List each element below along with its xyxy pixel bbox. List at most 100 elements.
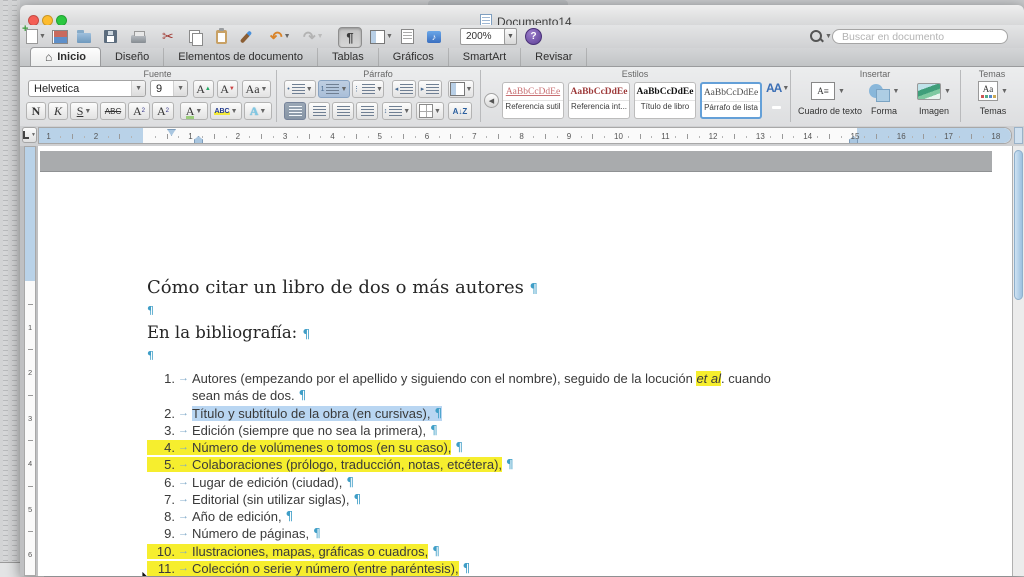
vertical-ruler[interactable]: 123456 <box>24 146 36 576</box>
font-color-button[interactable]: A▼ <box>180 102 208 120</box>
themes-button[interactable]: Aa▼ Temas <box>970 79 1016 116</box>
insert-image-button[interactable]: ▼ Imagen <box>910 79 958 116</box>
style-card-parrafo-de-lista[interactable]: AaBbCcDdEe Párrafo de lista <box>700 82 762 119</box>
ruler-tick <box>261 134 262 139</box>
ruler-tick <box>817 136 818 138</box>
group-label-estilos: Estilos <box>482 69 788 79</box>
tab-diseno[interactable]: Diseño <box>101 48 164 66</box>
scrollbar-thumb[interactable] <box>1014 150 1023 300</box>
paste-button[interactable] <box>216 27 227 46</box>
borders-button[interactable]: ▼ <box>416 102 444 120</box>
help-button[interactable]: ? <box>525 27 542 46</box>
align-right-button[interactable] <box>332 102 354 120</box>
highlight-button[interactable]: ABC▼ <box>210 102 242 120</box>
tab-revisar[interactable]: Revisar <box>521 48 587 66</box>
change-case-button[interactable]: Aa▼ <box>242 80 271 98</box>
list-text-segment: Autores (empezando por el apellido y sig… <box>192 371 696 386</box>
grow-font-button[interactable]: A▲ <box>193 80 214 98</box>
home-icon: ⌂ <box>45 50 52 64</box>
insert-shape-button[interactable]: ▼ Forma <box>862 79 906 116</box>
save-icon <box>104 30 117 43</box>
superscript-button[interactable]: A2 <box>128 102 150 120</box>
group-divider <box>960 70 961 122</box>
list-text-segment: Título y subtítulo de la obra (en cursiv… <box>192 406 430 421</box>
ruler-tick <box>864 136 865 138</box>
list-number: 4. <box>147 440 175 455</box>
gallery-icon <box>52 30 68 44</box>
ruler-tick <box>687 134 688 139</box>
copy-button[interactable] <box>189 27 200 46</box>
pilcrow-mark: ¶ <box>455 440 463 455</box>
text-effects-button[interactable]: A▼ <box>244 102 272 120</box>
underline-button[interactable]: S▼ <box>70 102 98 120</box>
sort-button[interactable]: A↓Z <box>448 102 472 120</box>
open-button[interactable] <box>77 27 91 46</box>
font-name-select[interactable]: Helvetica▼ <box>28 80 146 97</box>
strikethrough-button[interactable]: ABC <box>100 102 126 120</box>
right-margin-area <box>857 128 1011 143</box>
chevron-down-icon: ▼ <box>944 88 951 95</box>
gallery-button[interactable] <box>52 27 68 46</box>
numbered-list-button[interactable]: 1▼ <box>318 80 350 98</box>
bold-button[interactable]: N <box>26 102 46 120</box>
tab-inicio[interactable]: ⌂Inicio <box>30 47 101 66</box>
italic-button[interactable]: K <box>48 102 68 120</box>
undo-button[interactable]: ↶▼ <box>270 27 291 46</box>
line-spacing-button[interactable]: ↕▼ <box>382 102 412 120</box>
print-button[interactable] <box>131 27 146 46</box>
zoom-select[interactable]: 200% <box>460 28 509 45</box>
list-text: Colaboraciones (prólogo, traducción, not… <box>192 457 502 472</box>
search-input[interactable]: Buscar en documento <box>832 29 1008 44</box>
chevron-down-icon: ▼ <box>340 86 347 93</box>
shrink-font-button[interactable]: A▼ <box>217 80 238 98</box>
align-left-button[interactable] <box>284 102 306 120</box>
redo-button[interactable]: ↷▼ <box>303 27 324 46</box>
align-center-button[interactable] <box>308 102 330 120</box>
chevron-down-icon: ▼ <box>782 85 789 92</box>
show-paragraph-marks-button[interactable]: ¶ <box>338 27 362 48</box>
tab-tablas[interactable]: Tablas <box>318 48 379 66</box>
layout-button[interactable]: ▼ <box>370 27 393 46</box>
style-card-titulo-de-libro[interactable]: AaBbCcDdEe Título de libro <box>634 82 696 119</box>
first-line-indent-marker[interactable] <box>167 129 176 136</box>
list-item: 2.→Título y subtítulo de la obra (en cur… <box>147 406 442 421</box>
insert-textbox-button[interactable]: A≡▼ Cuadro de texto <box>798 79 858 116</box>
styles-scroll-left-button[interactable]: ◀ <box>484 93 499 108</box>
multilevel-list-button[interactable]: ⋮▼ <box>352 80 384 98</box>
format-brush-button[interactable] <box>244 27 248 46</box>
tab-selector[interactable]: ▼ <box>22 127 37 143</box>
search-scope-button[interactable]: ▼ <box>810 30 832 42</box>
increase-indent-button[interactable]: ▸ <box>418 80 442 98</box>
ruler-tick <box>722 136 723 138</box>
tab-graficos[interactable]: Gráficos <box>379 48 449 66</box>
cut-button[interactable]: ✂ <box>162 27 174 46</box>
document-view-button[interactable] <box>401 27 414 46</box>
justify-button[interactable] <box>356 102 378 120</box>
subscript-button[interactable]: A2 <box>152 102 174 120</box>
zoom-select-arrow[interactable]: ▼ <box>504 28 517 45</box>
columns-button[interactable]: ▼ <box>448 80 474 98</box>
style-card-referencia-intensa[interactable]: AaBbCcDdEe Referencia int... <box>568 82 630 119</box>
save-button[interactable] <box>104 27 117 46</box>
list-text: Año de edición, <box>192 509 282 524</box>
decrease-indent-button[interactable]: ◂ <box>392 80 416 98</box>
media-browser-button[interactable]: ♪ <box>427 27 441 46</box>
tab-arrow-mark: → <box>175 561 192 576</box>
font-size-select[interactable]: 9▼ <box>150 80 188 97</box>
tab-elementos[interactable]: Elementos de documento <box>164 48 318 66</box>
tab-arrow-mark: → <box>175 440 192 455</box>
new-document-button[interactable]: ▼ <box>26 27 46 46</box>
manage-styles-button[interactable]: AA▼ <box>766 81 789 95</box>
pilcrow-mark: ¶ <box>346 475 354 490</box>
chevron-down-icon: ▼ <box>173 81 187 96</box>
pilcrow-mark: ¶ <box>286 509 294 524</box>
indent-icon: ▸ <box>421 85 425 93</box>
redo-icon: ↷ <box>303 28 316 46</box>
tab-arrow-mark: → <box>175 526 192 541</box>
tab-smartart[interactable]: SmartArt <box>449 48 521 66</box>
document-page[interactable]: Cómo citar un libro de dos o más autores… <box>38 146 1012 576</box>
bullet-list-button[interactable]: •▼ <box>284 80 316 98</box>
ruler-tick <box>592 134 593 139</box>
style-card-referencia-sutil[interactable]: AaBbCcDdEe Referencia sutil <box>502 82 564 119</box>
horizontal-ruler[interactable]: 21123456789101112131415161718 <box>38 127 1012 144</box>
